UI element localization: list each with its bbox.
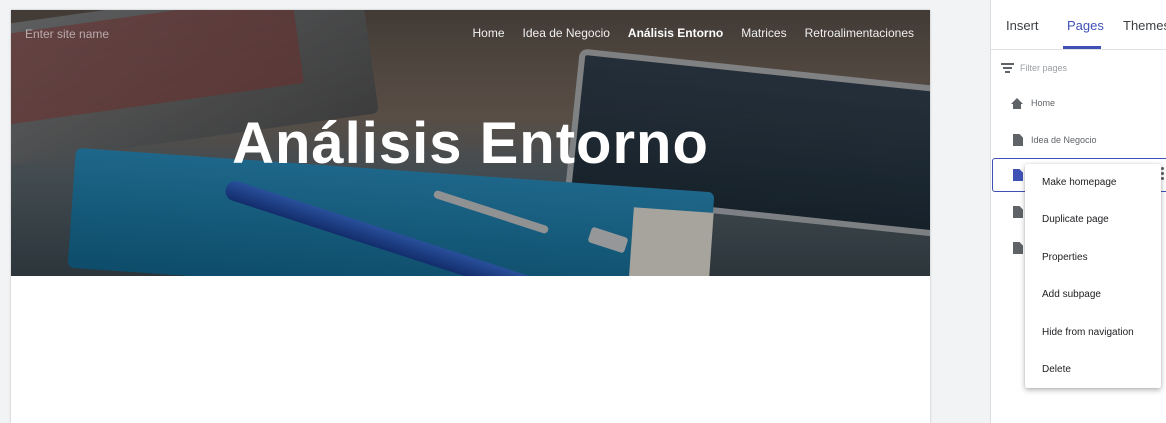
menu-item-make-homepage[interactable]: Make homepage bbox=[1025, 164, 1161, 201]
filter-pages-input[interactable]: Filter pages bbox=[1020, 63, 1067, 73]
site-page: Enter site name Home Idea de Negocio Aná… bbox=[11, 10, 930, 423]
nav-item-idea-de-negocio[interactable]: Idea de Negocio bbox=[523, 26, 610, 40]
page-icon bbox=[1013, 242, 1023, 254]
editor-canvas: Enter site name Home Idea de Negocio Aná… bbox=[0, 0, 990, 423]
site-navigation: Home Idea de Negocio Análisis Entorno Ma… bbox=[473, 26, 915, 40]
tab-insert[interactable]: Insert bbox=[1006, 18, 1039, 33]
nav-item-retroalimentaciones[interactable]: Retroalimentaciones bbox=[805, 26, 914, 40]
home-icon bbox=[1011, 97, 1023, 109]
page-item-idea-de-negocio[interactable]: Idea de Negocio bbox=[991, 123, 1166, 157]
filter-icon bbox=[1001, 63, 1014, 73]
tab-themes[interactable]: Themes bbox=[1123, 18, 1166, 33]
nav-item-matrices[interactable]: Matrices bbox=[741, 26, 786, 40]
menu-item-add-subpage[interactable]: Add subpage bbox=[1025, 276, 1161, 313]
filter-pages[interactable]: Filter pages bbox=[1001, 60, 1067, 76]
page-icon bbox=[1013, 206, 1023, 218]
tab-pages[interactable]: Pages bbox=[1067, 18, 1104, 33]
nav-item-analisis-entorno[interactable]: Análisis Entorno bbox=[628, 26, 723, 40]
nav-item-home[interactable]: Home bbox=[473, 26, 505, 40]
active-tab-indicator bbox=[1063, 46, 1101, 49]
menu-item-delete[interactable]: Delete bbox=[1025, 351, 1161, 388]
more-options-icon[interactable] bbox=[1161, 167, 1165, 181]
menu-item-hide-from-navigation[interactable]: Hide from navigation bbox=[1025, 314, 1161, 351]
menu-item-duplicate-page[interactable]: Duplicate page bbox=[1025, 201, 1161, 238]
page-title[interactable]: Análisis Entorno bbox=[11, 110, 930, 177]
panel-tabs: Insert Pages Themes bbox=[991, 0, 1166, 50]
sites-editor: Enter site name Home Idea de Negocio Aná… bbox=[0, 0, 1166, 423]
menu-item-properties[interactable]: Properties bbox=[1025, 239, 1161, 276]
header-banner[interactable]: Enter site name Home Idea de Negocio Aná… bbox=[11, 10, 930, 276]
site-name-field[interactable]: Enter site name bbox=[25, 27, 109, 41]
page-icon bbox=[1013, 169, 1023, 181]
page-item-label: Home bbox=[1031, 98, 1056, 108]
page-icon bbox=[1013, 134, 1023, 146]
page-item-label: Idea de Negocio bbox=[1031, 135, 1097, 145]
page-context-menu: Make homepage Duplicate page Properties … bbox=[1025, 164, 1161, 388]
page-item-home[interactable]: Home bbox=[991, 86, 1166, 120]
